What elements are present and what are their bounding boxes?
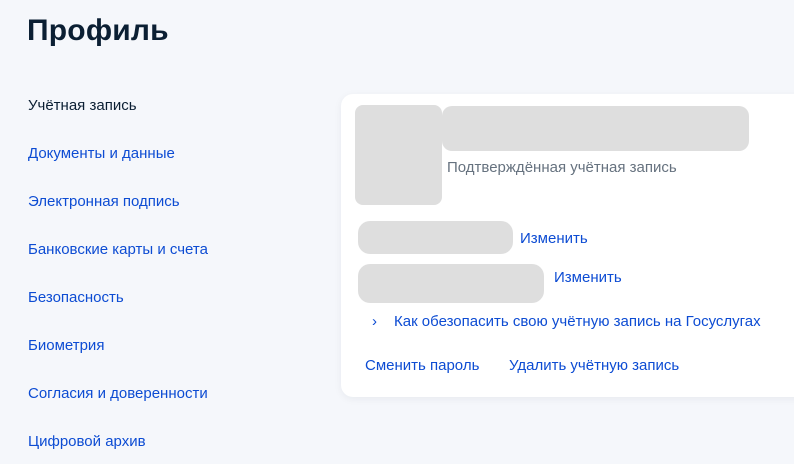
sidebar-item-bank-cards[interactable]: Банковские карты и счета bbox=[28, 239, 308, 287]
avatar-placeholder bbox=[355, 105, 442, 205]
contact-field-placeholder-2 bbox=[358, 264, 544, 303]
user-name-placeholder bbox=[442, 106, 749, 151]
change-password-link[interactable]: Сменить пароль bbox=[365, 357, 479, 374]
sidebar-item-consents[interactable]: Согласия и доверенности bbox=[28, 383, 308, 431]
sidebar-item-security[interactable]: Безопасность bbox=[28, 287, 308, 335]
sidebar-item-account[interactable]: Учётная запись bbox=[28, 95, 308, 143]
profile-sidebar: Учётная запись Документы и данные Электр… bbox=[28, 95, 308, 464]
security-tips-label: Как обезопасить свою учётную запись на Г… bbox=[394, 313, 761, 330]
sidebar-item-biometrics[interactable]: Биометрия bbox=[28, 335, 308, 383]
account-card: Подтверждённая учётная запись Изменить И… bbox=[341, 94, 794, 397]
security-tips-link[interactable]: › Как обезопасить свою учётную запись на … bbox=[372, 313, 761, 330]
sidebar-item-documents[interactable]: Документы и данные bbox=[28, 143, 308, 191]
account-status: Подтверждённая учётная запись bbox=[447, 159, 677, 176]
chevron-right-icon: › bbox=[372, 313, 377, 330]
contact-field-placeholder-1 bbox=[358, 221, 513, 254]
change-contact-link-1[interactable]: Изменить bbox=[520, 230, 588, 247]
profile-page: Профиль Учётная запись Документы и данны… bbox=[0, 0, 794, 464]
sidebar-item-e-signature[interactable]: Электронная подпись bbox=[28, 191, 308, 239]
delete-account-link[interactable]: Удалить учётную запись bbox=[509, 357, 679, 374]
page-title: Профиль bbox=[27, 14, 169, 47]
sidebar-item-digital-archive[interactable]: Цифровой архив bbox=[28, 431, 308, 464]
change-contact-link-2[interactable]: Изменить bbox=[554, 269, 622, 286]
